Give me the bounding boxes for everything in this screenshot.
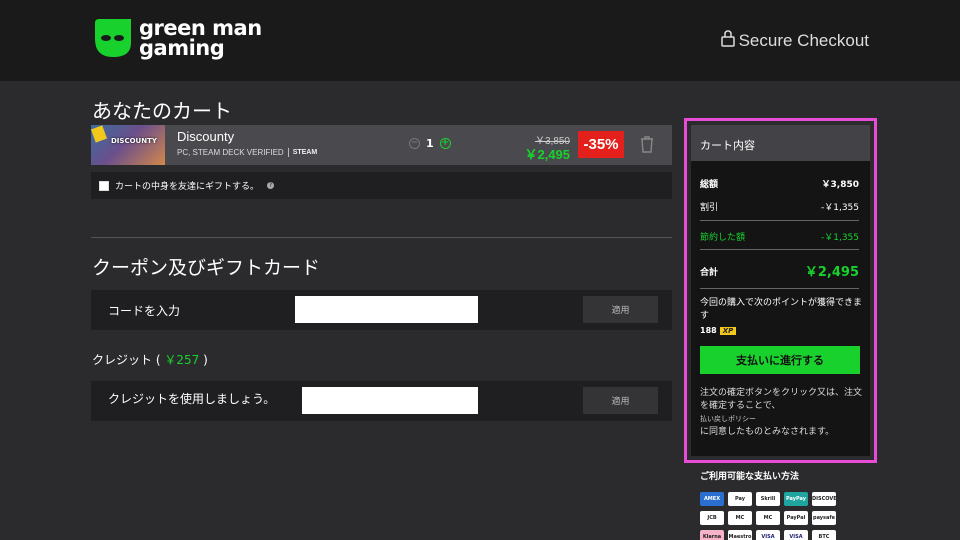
amex-icon: AMEX: [700, 492, 724, 506]
refund-policy-link[interactable]: 払い戻しポリシー: [700, 413, 862, 426]
summary-saved: 節約した額 -￥1,355: [700, 233, 859, 243]
visa-icon: VISA: [756, 530, 780, 540]
bitcoin-icon: BTC: [812, 530, 836, 540]
maestro-card-icon: Maestro: [728, 530, 752, 540]
game-thumbnail[interactable]: DISCOUNTY: [91, 125, 165, 165]
grand-total-label: 合計: [700, 268, 719, 278]
payment-methods-title: ご利用可能な支払い方法: [700, 472, 800, 482]
game-name[interactable]: Discounty: [177, 129, 234, 144]
divider: [700, 220, 859, 221]
coupon-row: コードを入力 適用: [91, 290, 672, 330]
mastercard-icon: MC: [756, 511, 780, 525]
paypal-icon: PayPal: [784, 511, 808, 525]
coupon-apply-button[interactable]: 適用: [583, 296, 658, 323]
apple-pay-icon: Pay: [728, 492, 752, 506]
proceed-to-payment-button[interactable]: 支払いに進行する: [700, 346, 860, 374]
minus-icon[interactable]: −: [409, 138, 420, 149]
klarna-icon: Klarna: [700, 530, 724, 540]
skrill-icon: Skrill: [756, 492, 780, 506]
steam-icon: STEAM: [292, 149, 318, 156]
divider: [287, 148, 289, 157]
secure-checkout-label: Secure Checkout: [720, 30, 869, 52]
coupon-code-label: コードを入力: [108, 304, 181, 318]
jcb-icon: JCB: [700, 511, 724, 525]
summary-total: 総額 ￥3,850: [700, 180, 859, 190]
xp-points: 188 XP: [700, 326, 737, 335]
sale-price: ￥2,495: [524, 147, 570, 162]
cart-item-row: DISCOUNTY Discounty PC, STEAM DECK VERIF…: [91, 125, 672, 165]
section-divider: [91, 237, 672, 238]
discover-icon: DISCOVER: [812, 492, 836, 506]
credit-apply-button[interactable]: 適用: [583, 387, 658, 414]
payment-methods-grid: AMEX Pay Skrill PayPay DISCOVER JCB MC M…: [700, 492, 836, 540]
quantity-stepper: − 1 +: [409, 137, 451, 150]
gmg-logo[interactable]: green man gaming: [91, 17, 262, 59]
platform-info: PC, STEAM DECK VERIFIED STEAM: [177, 148, 318, 157]
gmg-logo-icon: [91, 17, 133, 59]
coupon-code-input[interactable]: [295, 296, 478, 323]
credit-use-label: クレジットを使用しましょう。: [108, 392, 276, 406]
coupon-title: クーポン及びギフトカード: [92, 257, 321, 279]
trash-icon[interactable]: [640, 136, 654, 157]
discount-badge: -35%: [578, 131, 624, 158]
credit-balance: クレジット ( ￥257 ): [92, 353, 208, 367]
lock-icon: [720, 30, 735, 52]
points-info: 今回の購入で次のポイントが獲得できます: [700, 298, 863, 321]
visa-electron-icon: VISA: [784, 530, 808, 540]
maestro-icon: MC: [728, 511, 752, 525]
grand-total-value: ￥2,495: [804, 265, 859, 280]
plus-icon[interactable]: +: [439, 138, 451, 149]
site-header: green man gaming Secure Checkout: [0, 0, 960, 81]
gift-label: カートの中身を友達にギフトする。: [115, 182, 260, 192]
cart-title: あなたのカート: [92, 99, 232, 123]
credit-input[interactable]: [302, 387, 478, 414]
paypay-icon: PayPay: [784, 492, 808, 506]
credit-row: クレジットを使用しましょう。 適用: [91, 381, 672, 421]
quantity-value: 1: [426, 137, 434, 150]
steam-deck-badge-icon: [91, 125, 108, 143]
summary-discount: 割引 -￥1,355: [700, 203, 859, 213]
summary-title: カート内容: [691, 125, 870, 161]
logo-wordmark: green man gaming: [139, 16, 262, 60]
order-summary: カート内容 総額 ￥3,850 割引 -￥1,355 節約した額 -￥1,355 合計…: [691, 125, 870, 456]
divider: [700, 249, 859, 250]
xp-icon: XP: [719, 326, 737, 335]
help-icon[interactable]: ?: [267, 182, 275, 189]
paysafe-icon: paysafe: [812, 511, 836, 525]
gift-checkbox[interactable]: [99, 180, 109, 191]
gift-option: カートの中身を友達にギフトする。 ?: [91, 172, 672, 199]
terms-text: 注文の確定ボタンをクリック又は、注文を確定することで、 払い戻しポリシー に同意…: [700, 388, 863, 437]
divider: [700, 288, 859, 289]
